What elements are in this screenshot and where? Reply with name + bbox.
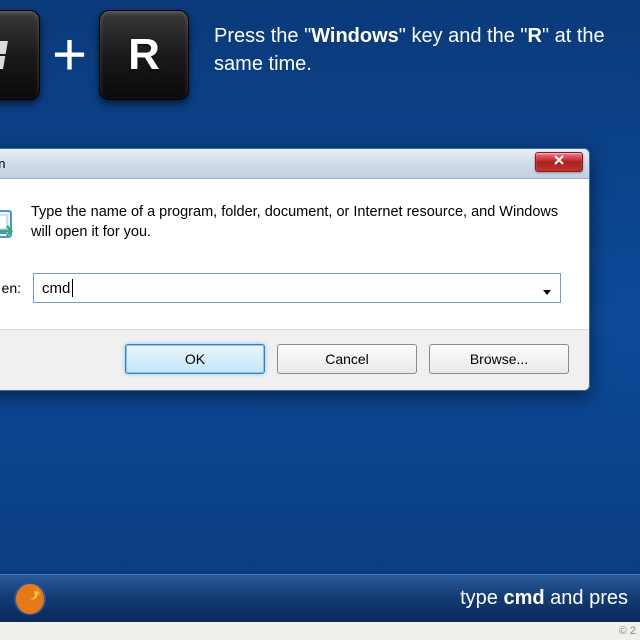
taskbar-prefix: type: [460, 587, 503, 609]
instruction-key2: R: [528, 25, 542, 47]
open-combobox[interactable]: [33, 273, 561, 303]
instruction-prefix: Press the ": [214, 25, 311, 47]
windows-key: [0, 10, 40, 100]
firefox-icon[interactable]: [12, 581, 48, 617]
ok-button[interactable]: OK: [125, 344, 265, 374]
cancel-button[interactable]: Cancel: [277, 344, 417, 374]
r-key-label: R: [128, 30, 160, 80]
plus-symbol: +: [52, 10, 87, 100]
windows-logo-icon: [0, 35, 15, 75]
close-button[interactable]: [535, 152, 583, 172]
r-key: R: [99, 10, 189, 100]
dropdown-arrow-icon[interactable]: [542, 284, 552, 302]
titlebar[interactable]: un: [0, 149, 589, 179]
footer-copyright: © 2: [0, 622, 640, 640]
open-label: en:: [0, 280, 21, 296]
run-dialog: un Type the name of a program, folder, d…: [0, 148, 590, 391]
text-caret: [72, 279, 73, 297]
taskbar-instruction: type cmd and pres: [460, 587, 628, 610]
open-input[interactable]: [42, 280, 552, 297]
taskbar-bold: cmd: [503, 587, 544, 609]
instruction-mid: " key and the ": [399, 25, 528, 47]
close-icon: [553, 153, 565, 171]
taskbar: type cmd and pres: [0, 574, 640, 622]
instruction-text: Press the "Windows" key and the "R" at t…: [214, 22, 634, 78]
run-dialog-icon: [0, 203, 13, 245]
browse-button[interactable]: Browse...: [429, 344, 569, 374]
button-row: OK Cancel Browse...: [0, 329, 589, 390]
dialog-description: Type the name of a program, folder, docu…: [31, 203, 561, 242]
instruction-key1: Windows: [311, 25, 399, 47]
dialog-title: un: [0, 156, 5, 171]
taskbar-suffix: and pres: [545, 587, 628, 609]
